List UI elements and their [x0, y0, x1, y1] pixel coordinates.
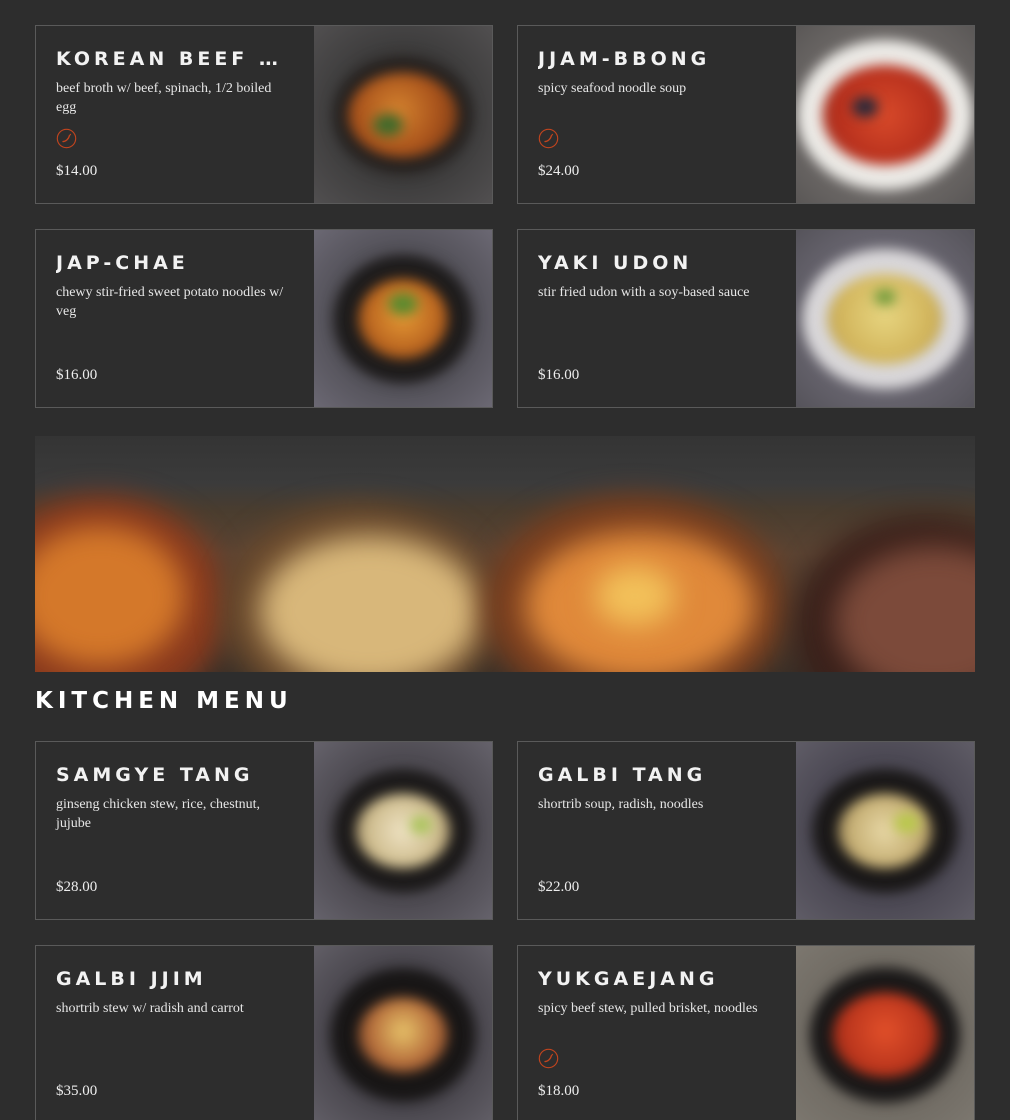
- menu-item-price: $28.00: [56, 879, 98, 895]
- menu-item-name: GALBI JJIM: [56, 968, 207, 990]
- menu-item-card[interactable]: JJAM-BBONG spicy seafood noodle soup $24…: [517, 25, 975, 204]
- menu-page: KOREAN BEEF RAMEN beef broth w/ beef, sp…: [0, 0, 1010, 1120]
- galbijjim-photo: [314, 946, 492, 1120]
- menu-item-name: YAKI UDON: [538, 252, 693, 274]
- chili-pepper-icon: [538, 128, 559, 149]
- menu-item-price: $18.00: [538, 1083, 580, 1099]
- udon-photo: [796, 230, 974, 407]
- menu-item-description: stir fried udon with a soy-based sauce: [538, 285, 750, 300]
- menu-item-card[interactable]: JAP-CHAE chewy stir-fried sweet potato n…: [35, 229, 493, 408]
- menu-item-name: JAP-CHAE: [56, 252, 189, 274]
- menu-item-card[interactable]: KOREAN BEEF RAMEN beef broth w/ beef, sp…: [35, 25, 493, 204]
- menu-item-name: GALBI TANG: [538, 764, 707, 786]
- menu-item-name: KOREAN BEEF RAMEN: [56, 48, 286, 70]
- menu-item-card[interactable]: YUKGAEJANG spicy beef stew, pulled brisk…: [517, 945, 975, 1120]
- menu-item-price: $24.00: [538, 163, 580, 179]
- menu-item-price: $35.00: [56, 1083, 98, 1099]
- menu-item-description: shortrib soup, radish, noodles: [538, 797, 704, 812]
- chili-pepper-icon: [56, 128, 77, 149]
- menu-item-price: $14.00: [56, 163, 98, 179]
- menu-item-description: beef broth w/ beef, spinach, 1/2 boiled …: [56, 81, 272, 115]
- food-banner-image: [35, 436, 975, 672]
- menu-item-description: spicy beef stew, pulled brisket, noodles: [538, 1001, 758, 1016]
- menu-item-price: $22.00: [538, 879, 580, 895]
- japchae-photo: [314, 230, 492, 407]
- menu-item-description: ginseng chicken stew, rice, chestnut, ju…: [56, 797, 260, 831]
- menu-item-name: JJAM-BBONG: [538, 48, 711, 70]
- section-title-kitchen-menu: KITCHEN MENU: [35, 688, 293, 714]
- menu-item-card[interactable]: GALBI TANG shortrib soup, radish, noodle…: [517, 741, 975, 920]
- menu-item-price: $16.00: [538, 367, 580, 383]
- noodle-bowl-photo: [314, 26, 492, 203]
- menu-item-name: SAMGYE TANG: [56, 764, 254, 786]
- menu-item-price: $16.00: [56, 367, 98, 383]
- samgyetang-photo: [314, 742, 492, 919]
- menu-item-name: YUKGAEJANG: [538, 968, 719, 990]
- menu-item-description: spicy seafood noodle soup: [538, 81, 687, 96]
- menu-item-card[interactable]: SAMGYE TANG ginseng chicken stew, rice, …: [35, 741, 493, 920]
- galbitang-photo: [796, 742, 974, 919]
- yukgaejang-photo: [796, 946, 974, 1120]
- chili-pepper-icon: [538, 1048, 559, 1069]
- menu-item-description: shortrib stew w/ radish and carrot: [56, 1001, 244, 1016]
- menu-item-description: chewy stir-fried sweet potato noodles w/…: [56, 285, 284, 319]
- menu-item-card[interactable]: GALBI JJIM shortrib stew w/ radish and c…: [35, 945, 493, 1120]
- menu-item-card[interactable]: YAKI UDON stir fried udon with a soy-bas…: [517, 229, 975, 408]
- seafood-soup-photo: [796, 26, 974, 203]
